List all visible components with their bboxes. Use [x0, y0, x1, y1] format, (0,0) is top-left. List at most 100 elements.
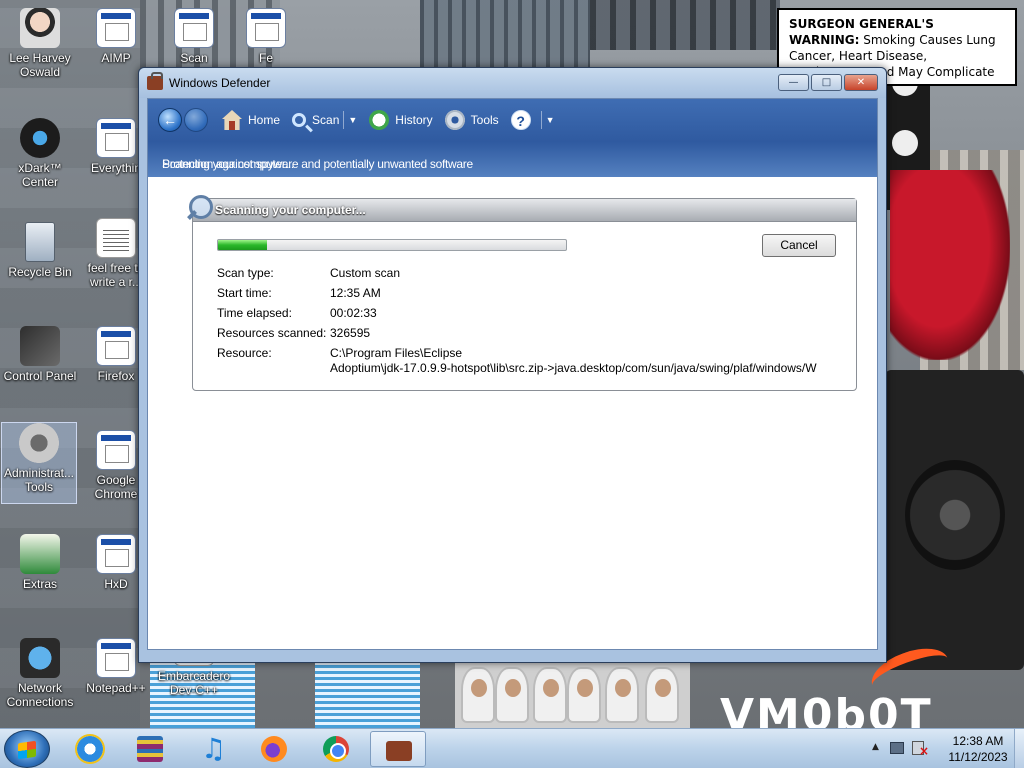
scan-label: Scan: [312, 113, 340, 127]
clock-date: 11/12/2023: [948, 750, 1008, 764]
detail-row-resources-scanned: Resources scanned: 326595: [217, 323, 848, 343]
history-button[interactable]: History: [369, 108, 433, 132]
back-arrow-icon: ←: [163, 112, 177, 128]
taskbar-app-defender[interactable]: [370, 731, 426, 767]
xdark-icon: [20, 118, 60, 158]
desktop-icon-recycle-bin[interactable]: Recycle Bin: [2, 222, 78, 279]
taskbar-app-winrar[interactable]: [122, 731, 178, 767]
close-button[interactable]: ✕: [844, 74, 878, 91]
tools-button[interactable]: Tools: [444, 108, 499, 132]
desktop-icon-fe[interactable]: Fe: [228, 8, 304, 65]
system-tray: ▲ 12:38 AM 11/12/2023: [864, 729, 1024, 768]
status-text: Scanning your computer...: [162, 157, 294, 171]
person-icon: [20, 8, 60, 48]
desktop-icon-network-connections[interactable]: Network Connections: [2, 638, 78, 709]
extras-icon: [20, 534, 60, 574]
defender-icon: [386, 741, 412, 761]
exe-icon: [246, 8, 286, 48]
desktop-icon-label: AIMP: [101, 51, 131, 65]
taskbar-app-ie[interactable]: [62, 731, 118, 767]
scan-progress-panel: Scanning your computer... Cancel Scan ty…: [189, 195, 857, 391]
chrome-icon: [96, 430, 136, 470]
detail-row-resource: Resource: C:\Program Files\Eclipse Adopt…: [217, 343, 848, 383]
wallpaper-red-figure: [890, 170, 1010, 360]
gear-icon: [444, 110, 465, 130]
gear-icon: [174, 8, 214, 48]
volume-muted-icon[interactable]: [912, 741, 929, 758]
maximize-button[interactable]: □: [811, 74, 842, 91]
window-controls: — □ ✕: [778, 74, 878, 91]
desktop-icon-scan[interactable]: Scan: [156, 8, 232, 65]
home-label: Home: [248, 113, 281, 127]
taskbar-app-firefox[interactable]: [246, 731, 302, 767]
detail-label: Resource:: [217, 346, 272, 360]
detail-value: C:\Program Files\Eclipse Adoptium\jdk-17…: [330, 346, 817, 383]
desktop-icon-label: Scan: [180, 51, 208, 65]
hxd-icon: [96, 534, 136, 574]
taskbar-app-chrome[interactable]: [308, 731, 364, 767]
wallpaper-toilets: [455, 663, 690, 728]
detail-label: Resources scanned:: [217, 326, 327, 340]
wallpaper-speaker: [885, 370, 1024, 670]
show-desktop-button[interactable]: [1014, 729, 1024, 768]
clock[interactable]: 12:38 AM 11/12/2023: [940, 733, 1016, 765]
windows-defender-window: Windows Defender — □ ✕ ← Home Scan ▼ His…: [138, 67, 887, 663]
toolbar-area: ← Home Scan ▼ History Tools ? ▼ Protecti…: [148, 99, 877, 177]
detail-label: Time elapsed:: [217, 306, 292, 320]
defender-icon: [147, 72, 163, 90]
taskbar: ▲ 12:38 AM 11/12/2023: [0, 728, 1024, 768]
desktop-icon-label: Recycle Bin: [8, 265, 72, 279]
help-options-dropdown[interactable]: ▼: [546, 115, 555, 125]
wallpaper-stripes: [315, 663, 420, 728]
cancel-button[interactable]: Cancel: [762, 234, 836, 257]
desktop-icon-label: Fe: [258, 51, 273, 65]
detail-value: 00:02:33: [330, 306, 377, 320]
history-label: History: [395, 113, 433, 127]
desktop-icon-lee-harvey-oswald[interactable]: Lee Harvey Oswald: [2, 8, 78, 79]
toolbar-separator: [540, 111, 542, 129]
scan-progress-bar: [217, 239, 567, 251]
detail-row-start-time: Start time: 12:35 AM: [217, 283, 848, 303]
desktop-icon-label: xDark™ Center: [18, 161, 62, 189]
recycle-bin-icon: [25, 222, 55, 262]
desktop-icon-label: HxD: [104, 577, 128, 591]
home-button[interactable]: Home: [222, 108, 280, 132]
taskbar-app-music[interactable]: [184, 731, 240, 767]
ie-icon: [77, 736, 103, 762]
desktop-icon-label: Network Connections: [6, 681, 74, 709]
clock-time: 12:38 AM: [952, 734, 1004, 748]
document-icon: [96, 218, 136, 258]
detail-label: Start time:: [217, 286, 272, 300]
toolbar: ← Home Scan ▼ History Tools ? ▼: [158, 105, 555, 135]
detail-value: 326595: [330, 326, 371, 340]
desktop-icon-administrative-tools[interactable]: Administrat... Tools: [1, 422, 77, 504]
everything-icon: [96, 118, 136, 158]
tools-label: Tools: [470, 113, 499, 127]
forward-button[interactable]: [184, 108, 208, 132]
desktop-icon-label: Google Chrome: [94, 473, 138, 501]
control-panel-icon: [20, 326, 60, 366]
back-button[interactable]: ←: [158, 108, 182, 132]
desktop-icon-label: Firefox: [97, 369, 135, 383]
toolbar-separator: [343, 111, 345, 129]
desktop-icon-xdark-center[interactable]: xDark™ Center: [2, 118, 78, 189]
resource-path-line: C:\Program Files\Eclipse: [330, 346, 463, 360]
desktop-icon-extras[interactable]: Extras: [2, 534, 78, 591]
chrome-icon: [323, 736, 349, 762]
start-button[interactable]: [4, 730, 50, 768]
title-bar[interactable]: Windows Defender — □ ✕: [139, 68, 886, 98]
scan-panel-header: Scanning your computer...: [189, 195, 856, 222]
desktop-icon-aimp[interactable]: AIMP: [78, 8, 154, 65]
home-icon: [222, 110, 242, 130]
desktop-icon-label: Control Panel: [3, 369, 77, 383]
desktop-icon-label: Everythin: [90, 161, 142, 175]
minimize-button[interactable]: —: [778, 74, 809, 91]
desktop-icon-label: Administrat... Tools: [3, 466, 75, 494]
history-icon: [369, 110, 390, 130]
help-button[interactable]: ?: [510, 108, 537, 132]
network-icon[interactable]: [890, 742, 904, 754]
scan-button[interactable]: Scan: [292, 108, 339, 132]
show-hidden-icons-button[interactable]: ▲: [872, 742, 879, 752]
desktop-icon-control-panel[interactable]: Control Panel: [2, 326, 78, 383]
scan-options-dropdown[interactable]: ▼: [348, 115, 357, 125]
